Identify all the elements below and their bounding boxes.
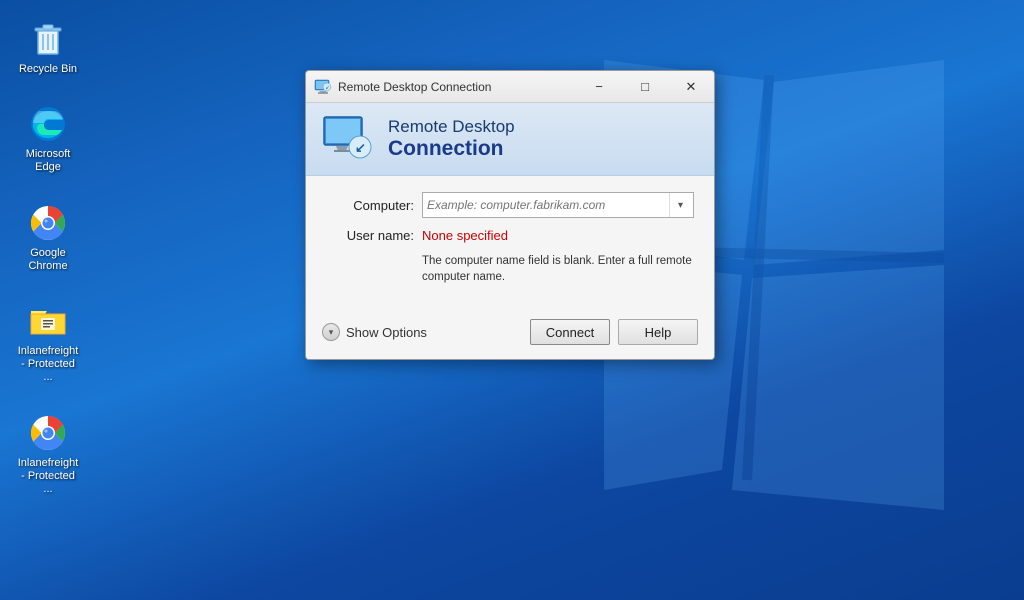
dialog-header-text: Remote Desktop Connection — [388, 118, 515, 160]
desktop-icons: Recycle Bin Microsoft Edge — [0, 0, 84, 500]
dialog-header: ↙ Remote Desktop Connection — [306, 103, 714, 176]
connect-button[interactable]: Connect — [530, 319, 610, 345]
inlanefreight-folder-icon[interactable]: Inlanefreight - Protected ... — [12, 297, 84, 389]
rdp-logo-icon: ↙ — [322, 115, 374, 163]
edge-image — [28, 104, 68, 144]
computer-input[interactable] — [427, 198, 669, 212]
warning-text: The computer name field is blank. Enter … — [422, 253, 694, 285]
maximize-button[interactable]: □ — [622, 71, 668, 102]
username-value: None specified — [422, 228, 508, 243]
microsoft-edge-icon[interactable]: Microsoft Edge — [12, 100, 84, 178]
close-button[interactable]: ✕ — [668, 71, 714, 102]
inlanefreight-chrome-icon[interactable]: Inlanefreight - Protected ... — [12, 409, 84, 501]
dialog-title: Remote Desktop Connection — [338, 80, 576, 94]
recycle-bin-image — [28, 19, 68, 59]
svg-text:↙: ↙ — [355, 140, 366, 155]
footer-action-buttons: Connect Help — [530, 319, 698, 345]
computer-label: Computer: — [326, 198, 414, 213]
header-line2: Connection — [388, 137, 515, 160]
recycle-bin-icon[interactable]: Recycle Bin — [12, 15, 84, 80]
dialog-body: Computer: ▾ User name: None specified Th… — [306, 176, 714, 311]
google-chrome-icon[interactable]: Google Chrome — [12, 199, 84, 277]
show-options-label: Show Options — [346, 325, 427, 340]
title-bar: ↙ Remote Desktop Connection − □ ✕ — [306, 71, 714, 103]
username-row: User name: None specified — [326, 228, 694, 243]
folder-image — [28, 301, 68, 341]
username-label: User name: — [326, 228, 414, 243]
svg-text:↙: ↙ — [326, 85, 330, 91]
show-options-button[interactable]: ▾ Show Options — [322, 323, 427, 341]
computer-dropdown-arrow[interactable]: ▾ — [669, 193, 691, 217]
dialog-footer: ▾ Show Options Connect Help — [306, 311, 714, 359]
chrome-label: Google Chrome — [16, 247, 80, 273]
help-button[interactable]: Help — [618, 319, 698, 345]
minimize-button[interactable]: − — [576, 71, 622, 102]
recycle-bin-label: Recycle Bin — [19, 63, 77, 76]
title-bar-buttons: − □ ✕ — [576, 71, 714, 102]
rdp-dialog: ↙ Remote Desktop Connection − □ ✕ — [305, 70, 715, 360]
inlanefreight-chrome-label: Inlanefreight - Protected ... — [16, 457, 80, 497]
desktop: Recycle Bin Microsoft Edge — [0, 0, 1024, 600]
chrome-image-2 — [28, 413, 68, 453]
header-line1: Remote Desktop — [388, 118, 515, 137]
rdp-title-icon: ↙ — [314, 78, 332, 96]
computer-row: Computer: ▾ — [326, 192, 694, 218]
show-options-arrow-icon: ▾ — [322, 323, 340, 341]
inlanefreight-folder-label: Inlanefreight - Protected ... — [16, 345, 80, 385]
edge-label: Microsoft Edge — [16, 148, 80, 174]
chrome-image — [28, 203, 68, 243]
computer-input-wrapper[interactable]: ▾ — [422, 192, 694, 218]
